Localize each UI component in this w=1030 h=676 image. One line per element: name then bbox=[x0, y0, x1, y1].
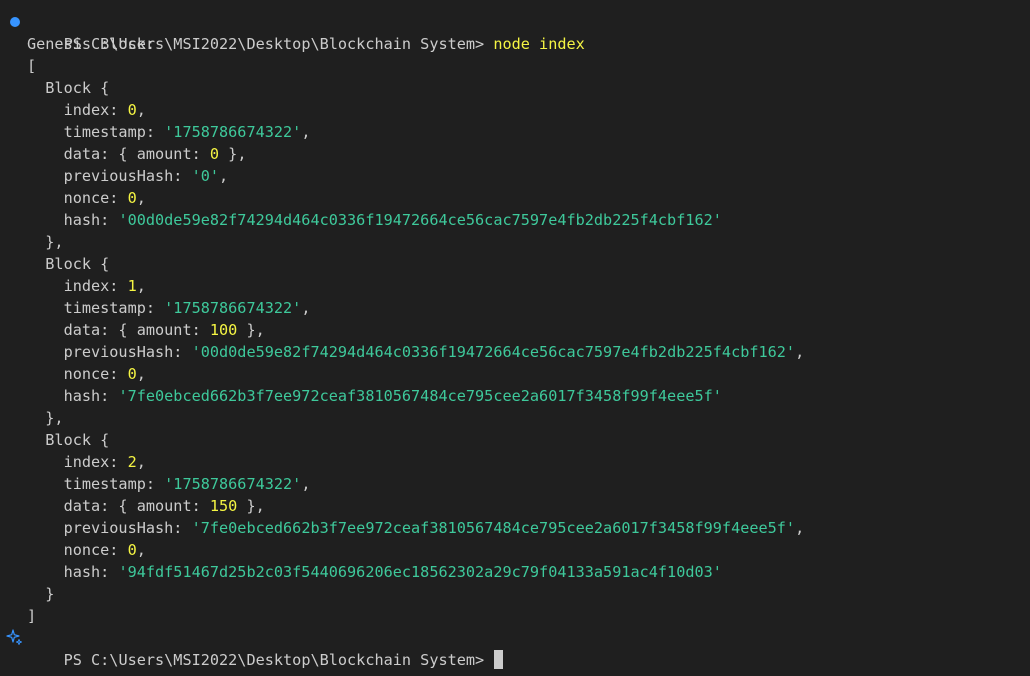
block-index-line: index: 0, bbox=[27, 101, 146, 119]
amount-value: 0 bbox=[209, 145, 220, 163]
previous-hash-value: '7fe0ebced662b3f7ee972ceaf3810567484ce79… bbox=[191, 519, 796, 537]
prompt-line: PS C:\Users\MSI2022\Desktop\Blockchain S… bbox=[0, 11, 1030, 53]
nonce-value: 0 bbox=[127, 541, 137, 559]
key-index: index: bbox=[27, 453, 128, 471]
key-timestamp: timestamp: bbox=[27, 123, 165, 141]
open-bracket: [ bbox=[27, 57, 37, 75]
previous-hash-value: '0' bbox=[191, 167, 220, 185]
key-index: index: bbox=[27, 277, 128, 295]
data-close: }, bbox=[219, 145, 247, 163]
block-data-line: data: { amount: 0 }, bbox=[0, 143, 1030, 165]
block-timestamp-line: timestamp: '1758786674322', bbox=[27, 299, 311, 317]
block-header: Block { bbox=[27, 255, 110, 273]
block-index-line: index: 1, bbox=[27, 277, 146, 295]
key-timestamp: timestamp: bbox=[27, 299, 165, 317]
key-hash: hash: bbox=[27, 563, 119, 581]
command-success-dot-icon[interactable] bbox=[10, 17, 20, 27]
command-sparkle-icon[interactable] bbox=[6, 629, 24, 647]
key-nonce: nonce: bbox=[27, 365, 128, 383]
index-value: 0 bbox=[127, 101, 137, 119]
block-close: }, bbox=[27, 233, 64, 251]
block-timestamp-line: timestamp: '1758786674322', bbox=[27, 123, 311, 141]
amount-value: 100 bbox=[209, 321, 238, 339]
key-data: data: { amount: bbox=[27, 145, 210, 163]
output-heading: Genesis Block: bbox=[27, 35, 156, 53]
command-decoration[interactable] bbox=[0, 627, 27, 649]
key-previous-hash: previousHash: bbox=[27, 519, 192, 537]
close-bracket: ] bbox=[27, 607, 37, 625]
block-hash-line: hash: '00d0de59e82f74294d464c0336f194726… bbox=[0, 209, 1030, 231]
block-index-line: index: 2, bbox=[27, 453, 146, 471]
index-value: 2 bbox=[127, 453, 137, 471]
hash-value: '00d0de59e82f74294d464c0336f19472664ce56… bbox=[118, 211, 722, 229]
block-previous-hash-line: previousHash: '00d0de59e82f74294d464c033… bbox=[27, 343, 805, 361]
key-hash: hash: bbox=[27, 387, 119, 405]
previous-hash-value: '00d0de59e82f74294d464c0336f19472664ce56… bbox=[191, 343, 796, 361]
key-previous-hash: previousHash: bbox=[27, 167, 192, 185]
key-data: data: { amount: bbox=[27, 321, 210, 339]
block-data-line: data: { amount: 100 }, bbox=[0, 319, 1030, 341]
timestamp-value: '1758786674322' bbox=[164, 123, 302, 141]
key-previous-hash: previousHash: bbox=[27, 343, 192, 361]
timestamp-value: '1758786674322' bbox=[164, 475, 302, 493]
command-decoration[interactable] bbox=[0, 11, 27, 33]
block-nonce-line: nonce: 0, bbox=[27, 541, 146, 559]
block-hash-line: hash: '7fe0ebced662b3f7ee972ceaf38105674… bbox=[0, 385, 1030, 407]
block-nonce-line: nonce: 0, bbox=[27, 365, 146, 383]
block-nonce-line: nonce: 0, bbox=[27, 189, 146, 207]
block-previous-hash-line: previousHash: '0', bbox=[27, 167, 229, 185]
prompt-path: PS C:\Users\MSI2022\Desktop\Blockchain S… bbox=[63, 651, 494, 669]
data-close: }, bbox=[237, 497, 265, 515]
block-hash-line: hash: '94fdf51467d25b2c03f5440696206ec18… bbox=[0, 561, 1030, 583]
data-close: }, bbox=[237, 321, 265, 339]
index-value: 1 bbox=[127, 277, 137, 295]
key-nonce: nonce: bbox=[27, 541, 128, 559]
key-data: data: { amount: bbox=[27, 497, 210, 515]
block-close: }, bbox=[27, 409, 64, 427]
hash-value: '94fdf51467d25b2c03f5440696206ec18562302… bbox=[118, 563, 722, 581]
key-nonce: nonce: bbox=[27, 189, 128, 207]
prompt-line-current[interactable]: PS C:\Users\MSI2022\Desktop\Blockchain S… bbox=[0, 627, 1030, 669]
block-previous-hash-line: previousHash: '7fe0ebced662b3f7ee972ceaf… bbox=[27, 519, 805, 537]
text-cursor bbox=[494, 650, 504, 669]
block-timestamp-line: timestamp: '1758786674322', bbox=[27, 475, 311, 493]
block-data-line: data: { amount: 150 }, bbox=[0, 495, 1030, 517]
hash-value: '7fe0ebced662b3f7ee972ceaf3810567484ce79… bbox=[118, 387, 722, 405]
key-hash: hash: bbox=[27, 211, 119, 229]
timestamp-value: '1758786674322' bbox=[164, 299, 302, 317]
key-timestamp: timestamp: bbox=[27, 475, 165, 493]
nonce-value: 0 bbox=[127, 189, 137, 207]
block-close: } bbox=[27, 585, 55, 603]
block-header: Block { bbox=[27, 79, 110, 97]
key-index: index: bbox=[27, 101, 128, 119]
block-header: Block { bbox=[27, 431, 110, 449]
terminal-panel[interactable]: PS C:\Users\MSI2022\Desktop\Blockchain S… bbox=[0, 0, 1030, 676]
nonce-value: 0 bbox=[127, 365, 137, 383]
amount-value: 150 bbox=[209, 497, 238, 515]
